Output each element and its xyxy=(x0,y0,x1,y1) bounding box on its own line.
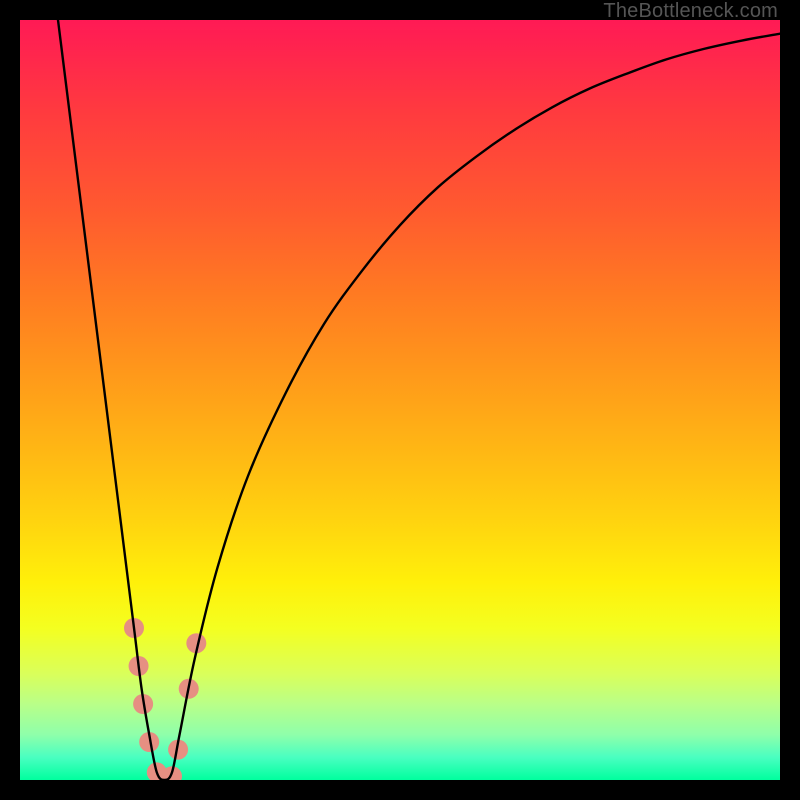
watermark-text: TheBottleneck.com xyxy=(603,0,778,23)
chart-svg xyxy=(20,20,780,780)
chart-frame: TheBottleneck.com xyxy=(0,0,800,800)
plot-area xyxy=(20,20,780,780)
bottleneck-curve-path xyxy=(58,20,780,780)
